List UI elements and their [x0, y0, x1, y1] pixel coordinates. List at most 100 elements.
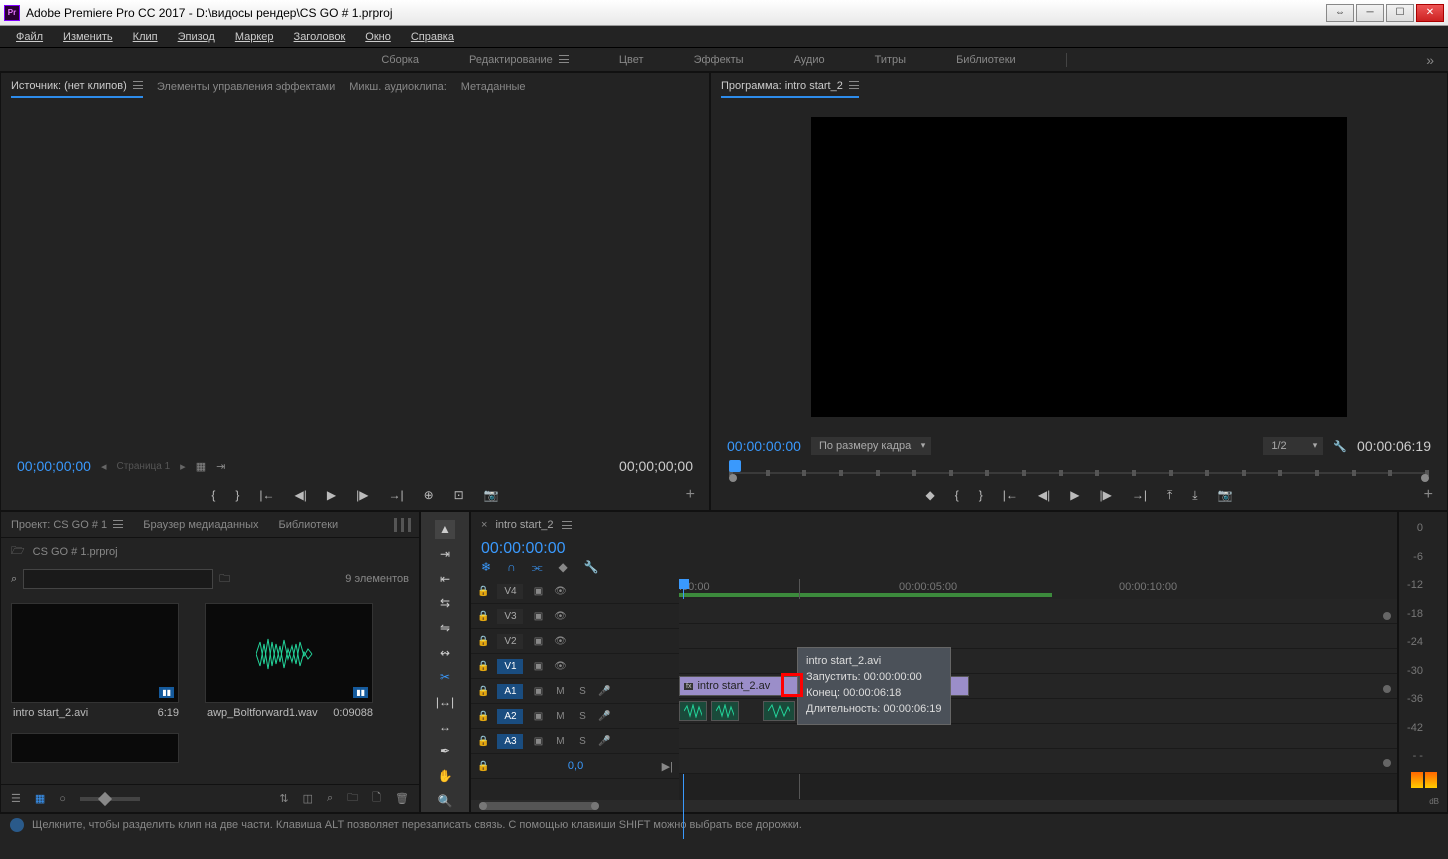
- track-a2[interactable]: A2: [497, 709, 523, 724]
- tab-metadata[interactable]: Метаданные: [461, 77, 526, 97]
- hand-tool-icon[interactable]: ✋: [435, 767, 455, 786]
- overwrite-icon[interactable]: ⊡: [454, 488, 464, 502]
- track-row-v4[interactable]: [679, 599, 1397, 624]
- mute-icon[interactable]: M: [553, 686, 567, 697]
- step-fwd-icon[interactable]: |▶: [356, 488, 368, 502]
- timeline-zoom[interactable]: 0,0: [497, 760, 653, 772]
- vscroll-knob[interactable]: [1383, 759, 1391, 767]
- tab-source[interactable]: Источник: (нет клипов): [11, 76, 143, 98]
- eye-icon[interactable]: 👁: [553, 636, 567, 647]
- solo-icon[interactable]: S: [575, 686, 589, 697]
- track-v1[interactable]: V1: [497, 659, 523, 674]
- zoom-slider[interactable]: [98, 791, 112, 805]
- step-fwd-icon[interactable]: |▶: [1099, 488, 1111, 502]
- tab-effect-controls[interactable]: Элементы управления эффектами: [157, 77, 335, 97]
- search-input[interactable]: [23, 569, 213, 589]
- mute-icon[interactable]: M: [553, 711, 567, 722]
- ws-editing[interactable]: Редактирование: [469, 54, 569, 66]
- go-to-in-icon[interactable]: |←: [1003, 488, 1018, 502]
- tab-program[interactable]: Программа: intro start_2: [721, 76, 859, 98]
- hamburger-icon[interactable]: [113, 520, 123, 528]
- timeline-tc[interactable]: 00:00:00:00: [471, 538, 1397, 560]
- tab-libraries[interactable]: Библиотеки: [279, 519, 339, 531]
- linked-sel-icon[interactable]: ⫘: [532, 560, 543, 575]
- folder-filter-icon[interactable]: 🗀: [219, 570, 230, 589]
- resolution-dropdown[interactable]: 1/2: [1263, 437, 1323, 455]
- track-row-a3[interactable]: [679, 749, 1397, 774]
- menu-file[interactable]: Файл: [6, 28, 53, 46]
- wrench-icon[interactable]: 🔧: [1333, 440, 1347, 453]
- page-prev-icon[interactable]: ◂: [101, 460, 107, 473]
- page-next-icon[interactable]: ▸: [180, 460, 186, 473]
- mark-in-icon[interactable]: {: [955, 488, 959, 502]
- sync-lock-icon[interactable]: ▣: [531, 661, 545, 672]
- audio-clip[interactable]: [763, 701, 795, 721]
- go-to-in-icon[interactable]: |←: [259, 488, 274, 502]
- pen-tool-icon[interactable]: ✒: [435, 742, 455, 761]
- mark-out-icon[interactable]: }: [979, 488, 983, 502]
- sync-lock-icon[interactable]: ▣: [531, 611, 545, 622]
- lock-icon[interactable]: 🔒: [477, 736, 489, 747]
- grid-icon[interactable]: ▦: [196, 460, 206, 473]
- slip-tool-icon[interactable]: |↔|: [435, 693, 455, 712]
- audio-clip[interactable]: [711, 701, 739, 721]
- voice-icon[interactable]: 🎤: [597, 686, 611, 697]
- menu-sequence[interactable]: Эпизод: [168, 28, 225, 46]
- add-button-icon[interactable]: +: [1424, 486, 1433, 504]
- menu-window[interactable]: Окно: [355, 28, 401, 46]
- hamburger-icon[interactable]: [849, 81, 859, 89]
- program-tc-in[interactable]: 00:00:00:00: [727, 438, 801, 454]
- ripple-edit-icon[interactable]: ⇆: [435, 594, 455, 613]
- sequence-name[interactable]: intro start_2: [495, 519, 553, 531]
- rate-stretch-icon[interactable]: ↭: [435, 643, 455, 662]
- ws-overflow-icon[interactable]: »: [1426, 52, 1434, 68]
- ws-assembly[interactable]: Сборка: [381, 54, 419, 66]
- track-a1[interactable]: A1: [497, 684, 523, 699]
- menu-marker[interactable]: Маркер: [225, 28, 284, 46]
- voice-icon[interactable]: 🎤: [597, 736, 611, 747]
- go-to-out-icon[interactable]: →|: [388, 488, 403, 502]
- step-back-icon[interactable]: ◀|: [295, 488, 307, 502]
- track-row-a1[interactable]: [679, 699, 1397, 724]
- source-tc-in[interactable]: 00;00;00;00: [17, 458, 91, 474]
- solo-icon[interactable]: S: [575, 711, 589, 722]
- menu-clip[interactable]: Клип: [123, 28, 168, 46]
- ws-libraries[interactable]: Библиотеки: [956, 54, 1016, 66]
- find-icon[interactable]: ⌕: [327, 792, 333, 805]
- solo-icon[interactable]: S: [575, 736, 589, 747]
- track-v3[interactable]: V3: [497, 609, 523, 624]
- vscroll-knob[interactable]: [1383, 612, 1391, 620]
- marker-opt-icon[interactable]: ◆: [559, 560, 568, 575]
- program-scrubber[interactable]: [729, 460, 1429, 480]
- sync-lock-icon[interactable]: ▣: [531, 736, 545, 747]
- new-item-icon[interactable]: 🗋: [372, 789, 381, 808]
- lock-icon[interactable]: 🔒: [477, 761, 489, 772]
- freeform-view-icon[interactable]: ○: [59, 793, 66, 805]
- razor-tool-icon[interactable]: ✂: [435, 668, 455, 687]
- audio-clip[interactable]: [679, 701, 707, 721]
- hamburger-icon[interactable]: [562, 521, 572, 529]
- insert-icon[interactable]: ⊕: [424, 488, 434, 502]
- new-bin-icon[interactable]: 🗀: [347, 789, 358, 808]
- extract-icon[interactable]: ⤓: [1192, 488, 1197, 503]
- track-select-fwd-icon[interactable]: ⇥: [435, 545, 455, 564]
- mute-icon[interactable]: M: [553, 736, 567, 747]
- eye-icon[interactable]: 👁: [553, 611, 567, 622]
- icon-view-icon[interactable]: ▦: [35, 792, 45, 805]
- ws-titles[interactable]: Титры: [875, 54, 906, 66]
- track-row-v1[interactable]: fx intro start_2.av: [679, 674, 1397, 699]
- menu-help[interactable]: Справка: [401, 28, 464, 46]
- tab-media-browser[interactable]: Браузер медиаданных: [143, 519, 258, 531]
- ws-effects[interactable]: Эффекты: [694, 54, 744, 66]
- overlay-icon[interactable]: ⇥: [216, 460, 225, 473]
- magnet-icon[interactable]: ∩: [507, 560, 516, 575]
- sync-lock-icon[interactable]: ▣: [531, 686, 545, 697]
- mark-in-icon[interactable]: {: [211, 488, 215, 502]
- lock-icon[interactable]: 🔒: [477, 611, 489, 622]
- window-extra-icon[interactable]: ⇔: [1326, 4, 1354, 22]
- track-select-back-icon[interactable]: ⇤: [435, 569, 455, 588]
- playhead-icon[interactable]: [679, 579, 689, 589]
- panel-resize-icon[interactable]: [394, 518, 411, 532]
- lift-icon[interactable]: ⤒: [1167, 488, 1172, 503]
- hamburger-icon[interactable]: [559, 55, 569, 63]
